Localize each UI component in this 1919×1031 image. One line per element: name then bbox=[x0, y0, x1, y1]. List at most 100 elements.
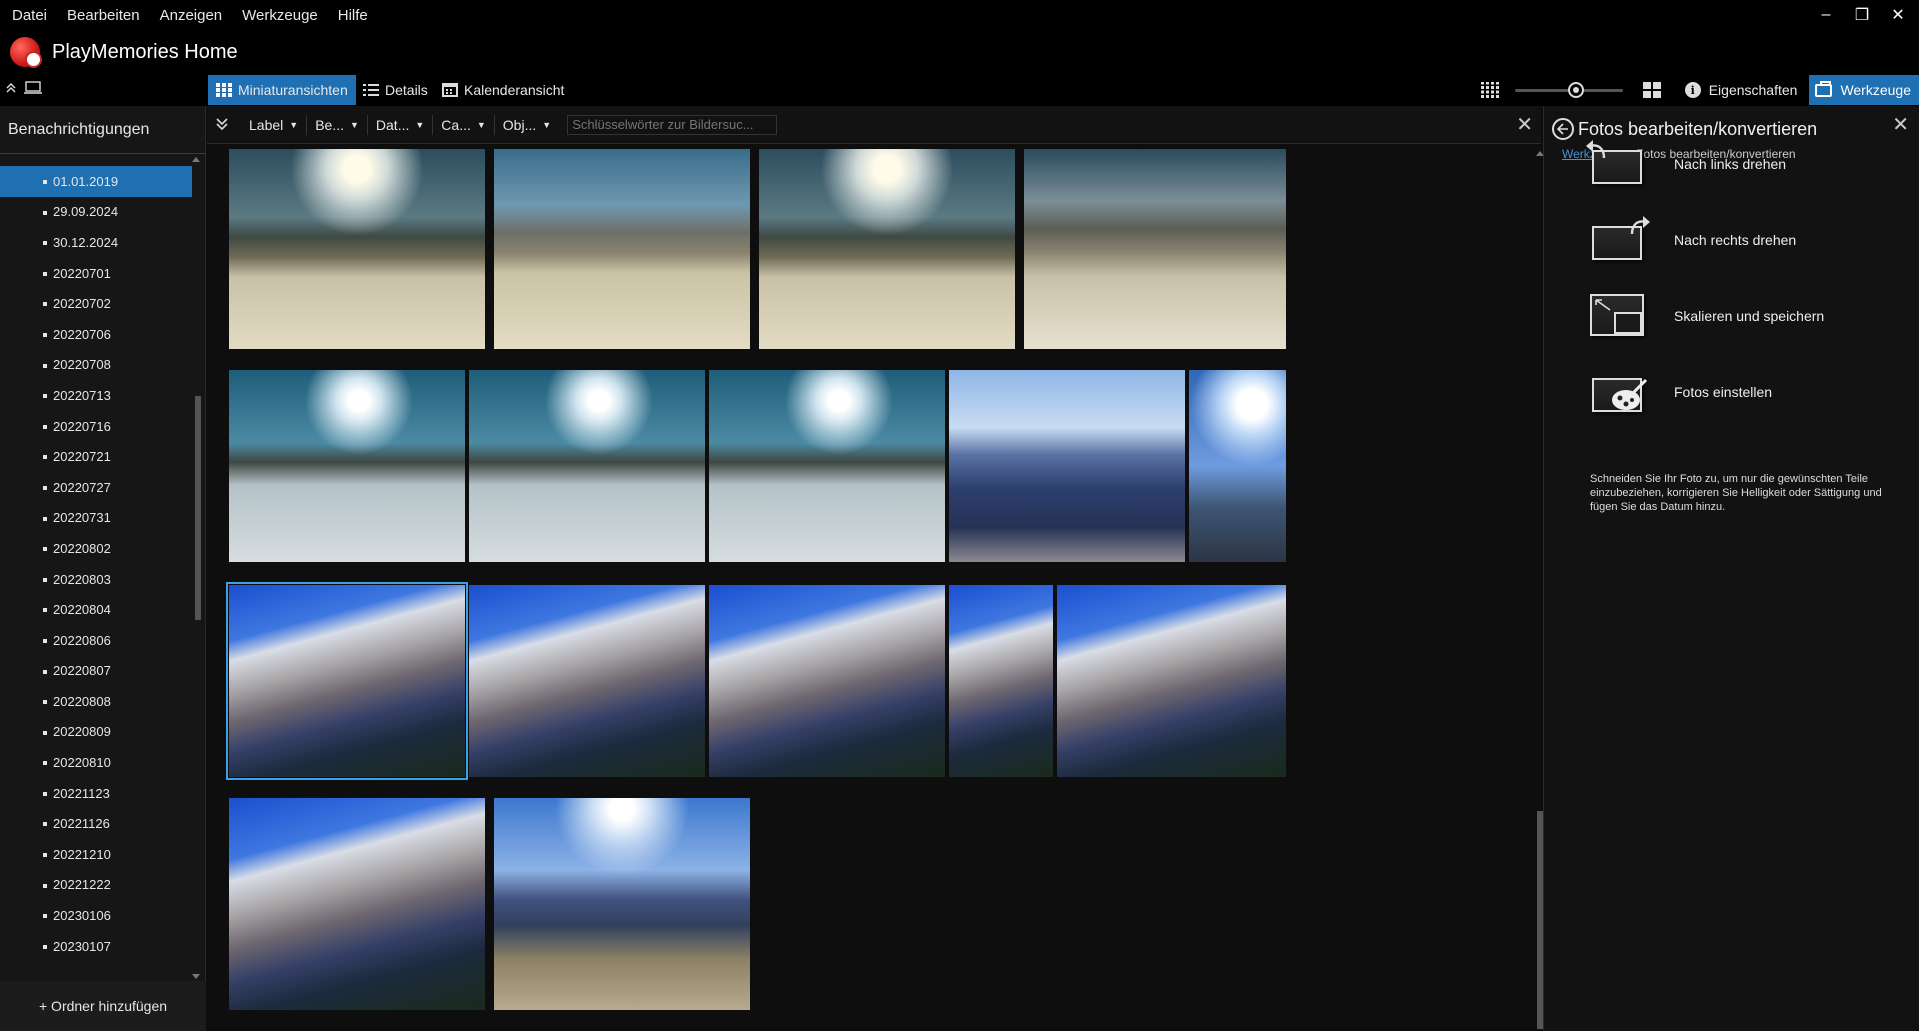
photo-thumbnail[interactable] bbox=[709, 370, 945, 562]
sidebar-folder-item[interactable]: 20221126 bbox=[0, 808, 192, 839]
slider-thumb[interactable] bbox=[1568, 82, 1585, 98]
tool-rotate-right-label: Nach rechts drehen bbox=[1674, 232, 1797, 248]
expand-filters-icon[interactable] bbox=[211, 117, 233, 133]
sidebar-folder-item[interactable]: 29.09.2024 bbox=[0, 197, 192, 228]
title-bar: PlayMemories Home bbox=[0, 30, 1919, 74]
filter-date[interactable]: Dat... ▼ bbox=[368, 114, 434, 135]
sidebar-folder-item[interactable]: 20220806 bbox=[0, 625, 192, 656]
sidebar-folder-item[interactable]: 20220804 bbox=[0, 594, 192, 625]
sidebar-folder-item[interactable]: 20220810 bbox=[0, 747, 192, 778]
add-folder-button[interactable]: + Ordner hinzufügen bbox=[0, 981, 206, 1031]
sidebar-folder-item[interactable]: 20220807 bbox=[0, 656, 192, 687]
filter-camera[interactable]: Ca... ▼ bbox=[433, 114, 495, 135]
sidebar-folder-item[interactable]: 20220809 bbox=[0, 717, 192, 748]
tool-adjust-photos[interactable]: Fotos einstellen bbox=[1588, 368, 1772, 416]
photo-thumbnail[interactable] bbox=[949, 585, 1053, 777]
photo-thumbnail[interactable] bbox=[469, 370, 705, 562]
sidebar-folder-item[interactable]: 20220727 bbox=[0, 472, 192, 503]
sidebar-folder-item[interactable]: 20220803 bbox=[0, 564, 192, 595]
photo-image bbox=[469, 370, 705, 562]
sidebar-folder-item[interactable]: 20221123 bbox=[0, 778, 192, 809]
sidebar-folder-item[interactable]: 20220716 bbox=[0, 411, 192, 442]
photo-thumbnail[interactable] bbox=[1189, 370, 1286, 562]
sidebar-folder-item[interactable]: 20220702 bbox=[0, 288, 192, 319]
tab-calendar[interactable]: Kalenderansicht bbox=[434, 75, 572, 105]
sidebar-folder-item[interactable]: 30.12.2024 bbox=[0, 227, 192, 258]
photo-thumbnail[interactable] bbox=[469, 585, 705, 777]
tools-button[interactable]: Werkzeuge bbox=[1809, 75, 1919, 105]
filter-bar: Label ▼ Be... ▼ Dat... ▼ Ca... ▼ Obj... ▼ ✕ bbox=[207, 106, 1541, 144]
tool-resize-save[interactable]: Skalieren und speichern bbox=[1588, 292, 1824, 340]
sidebar-folder-item[interactable]: 20220701 bbox=[0, 258, 192, 289]
photo-thumbnail[interactable] bbox=[229, 149, 485, 349]
close-button[interactable]: ✕ bbox=[1889, 6, 1907, 24]
panel-close-icon[interactable]: ✕ bbox=[1892, 112, 1909, 137]
sidebar-folder-item[interactable]: 20220731 bbox=[0, 503, 192, 534]
sidebar-folder-item[interactable]: 20220721 bbox=[0, 441, 192, 472]
sidebar-folder-label: 20221210 bbox=[53, 846, 111, 862]
sidebar-folder-item[interactable]: 20221210 bbox=[0, 839, 192, 870]
restore-button[interactable]: ❐ bbox=[1853, 6, 1871, 24]
info-icon: i bbox=[1684, 82, 1701, 98]
filter-object[interactable]: Obj... ▼ bbox=[495, 115, 559, 135]
chevron-down-icon: ▼ bbox=[542, 119, 552, 130]
filter-close-icon[interactable]: ✕ bbox=[1516, 115, 1533, 135]
computer-icon[interactable] bbox=[24, 81, 42, 95]
photo-thumbnail[interactable] bbox=[949, 370, 1185, 562]
sidebar-folder-item[interactable]: 20220808 bbox=[0, 686, 192, 717]
tab-details[interactable]: Details bbox=[355, 75, 436, 105]
keyword-search-input[interactable] bbox=[567, 114, 778, 135]
menu-edit[interactable]: Bearbeiten bbox=[67, 7, 140, 24]
small-thumbnails-icon[interactable] bbox=[1480, 82, 1499, 98]
sidebar-toggle[interactable] bbox=[6, 81, 42, 95]
menu-view[interactable]: Anzeigen bbox=[160, 7, 223, 24]
properties-button[interactable]: i Eigenschaften bbox=[1683, 82, 1800, 98]
menu-help[interactable]: Hilfe bbox=[338, 7, 368, 24]
sidebar-folder-item[interactable]: 20230114 bbox=[0, 961, 192, 968]
photo-thumbnail[interactable] bbox=[226, 582, 468, 780]
collapse-up-icon[interactable] bbox=[6, 82, 16, 94]
tool-rotate-right[interactable]: Nach rechts drehen bbox=[1588, 216, 1796, 264]
filter-date-text: Dat... bbox=[375, 116, 410, 133]
large-thumbnails-icon[interactable] bbox=[1642, 82, 1661, 98]
menu-tools[interactable]: Werkzeuge bbox=[242, 7, 318, 24]
sidebar-header[interactable]: Benachrichtigungen bbox=[0, 106, 205, 154]
menu-file[interactable]: Datei bbox=[12, 7, 47, 24]
tool-rotate-left[interactable]: Nach links drehen bbox=[1586, 140, 1786, 188]
photo-thumbnail[interactable] bbox=[1024, 149, 1286, 349]
sidebar-folder-item[interactable]: 20220802 bbox=[0, 533, 192, 564]
photo-thumbnail[interactable] bbox=[1057, 585, 1286, 777]
sidebar-folder-item[interactable]: 20221222 bbox=[0, 870, 192, 901]
sidebar-folder-item[interactable]: 20220708 bbox=[0, 350, 192, 381]
app-window: Datei Bearbeiten Anzeigen Werkzeuge Hilf… bbox=[0, 0, 1919, 1031]
sidebar-folder-item[interactable]: 20220713 bbox=[0, 380, 192, 411]
sidebar-folder-item[interactable]: 20230106 bbox=[0, 900, 192, 931]
filter-label[interactable]: Label ▼ bbox=[241, 114, 308, 135]
sidebar-folder-item[interactable]: 01.01.2019 bbox=[0, 166, 192, 197]
photo-thumbnail[interactable] bbox=[709, 585, 945, 777]
thumbnail-size-slider[interactable] bbox=[1514, 82, 1623, 98]
filter-rating[interactable]: Be... ▼ bbox=[307, 114, 368, 135]
photo-thumbnail[interactable] bbox=[759, 149, 1015, 349]
tab-thumbnails[interactable]: Miniaturansichten bbox=[208, 75, 356, 105]
view-toolbar: Miniaturansichten Details Kalenderansich… bbox=[0, 74, 1919, 106]
scroll-down-arrow-icon[interactable] bbox=[192, 974, 200, 980]
view-right-controls: i Eigenschaften Werkzeuge bbox=[1480, 74, 1919, 106]
app-logo-icon bbox=[10, 37, 42, 68]
scroll-up-arrow-icon[interactable] bbox=[192, 156, 200, 162]
sidebar-folder-item[interactable]: 20220706 bbox=[0, 319, 192, 350]
photo-thumbnail[interactable] bbox=[494, 798, 750, 1010]
photo-thumbnail[interactable] bbox=[229, 370, 465, 562]
tools-label: Werkzeuge bbox=[1840, 82, 1911, 98]
minimize-button[interactable]: – bbox=[1817, 6, 1835, 24]
grid-view-icon bbox=[216, 83, 232, 97]
back-arrow-icon[interactable] bbox=[1552, 118, 1574, 140]
photo-image bbox=[1057, 585, 1286, 777]
sidebar-folder-label: 01.01.2019 bbox=[53, 173, 119, 189]
sidebar-folder-item[interactable]: 20230107 bbox=[0, 931, 192, 962]
sidebar-folder-label: 20220731 bbox=[53, 510, 111, 526]
sidebar-scrollbar[interactable] bbox=[195, 266, 201, 1031]
sidebar-scroll-thumb[interactable] bbox=[195, 396, 201, 620]
photo-thumbnail[interactable] bbox=[494, 149, 750, 349]
photo-thumbnail[interactable] bbox=[229, 798, 485, 1010]
